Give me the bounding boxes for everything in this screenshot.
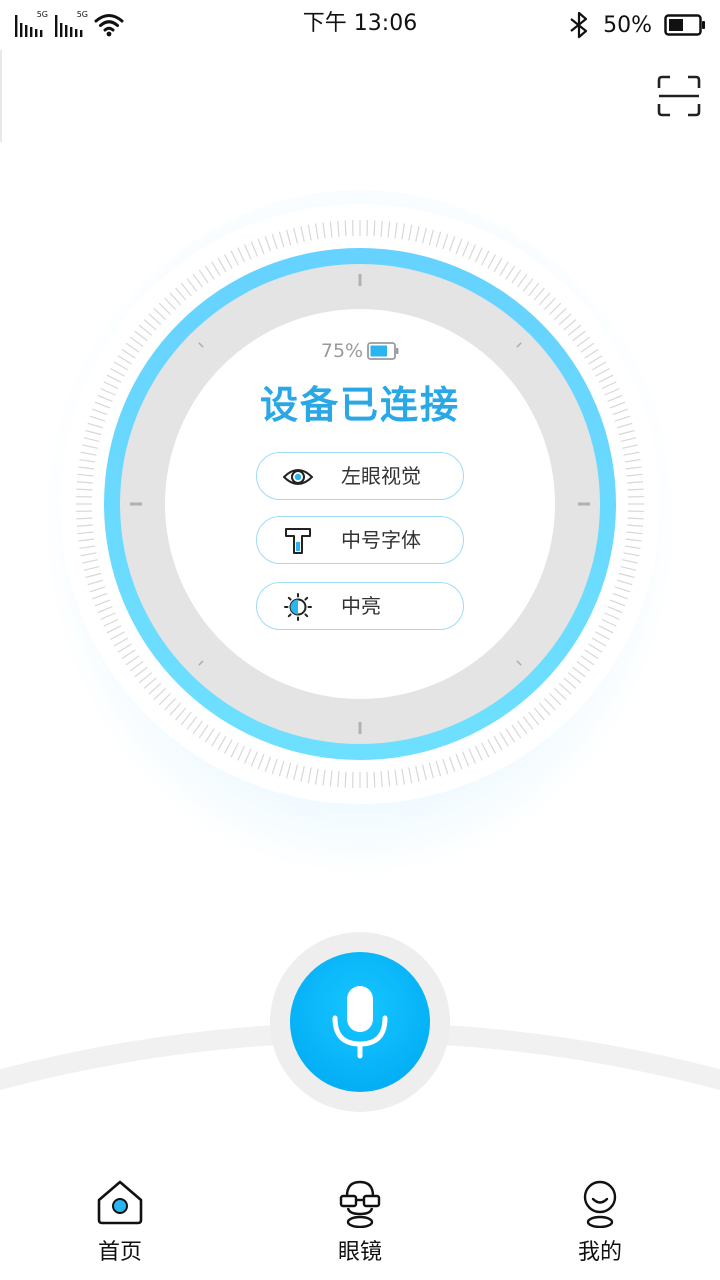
tab-home[interactable]: 首页 [60, 1170, 180, 1270]
tab-glasses[interactable]: 眼镜 [300, 1170, 420, 1270]
dial-tick [627, 488, 644, 491]
tab-profile[interactable]: 我的 [540, 1170, 660, 1270]
dial-tick [344, 771, 347, 788]
font-size-label: 中号字体 [341, 528, 421, 552]
bluetooth-icon [570, 11, 588, 39]
home-icon [97, 1180, 143, 1225]
font-size-icon [285, 528, 311, 554]
vision-mode-label: 左眼视觉 [341, 464, 421, 488]
dial-tick [627, 517, 644, 520]
eye-icon [283, 469, 313, 485]
dial-tick [76, 488, 93, 491]
tab-bar: 首页 眼镜 我的 [0, 1170, 720, 1280]
status-bar: 5G 5G 下午 13:06 50% [0, 0, 720, 50]
scan-icon[interactable] [656, 74, 702, 118]
vision-mode-button[interactable]: 左眼视觉 [256, 452, 464, 500]
connection-status-title: 设备已连接 [259, 383, 460, 427]
dial-tick [76, 517, 93, 520]
font-size-button[interactable]: 中号字体 [256, 516, 464, 564]
voice-input-button[interactable] [290, 952, 430, 1092]
brightness-label: 中亮 [341, 594, 381, 618]
dial-tick [373, 220, 376, 237]
tab-profile-label: 我的 [577, 1240, 622, 1265]
dial-content: 75% 设备已连接 左眼视觉 中号字体 中亮 [160, 330, 560, 650]
brightness-icon [284, 593, 312, 621]
device-battery: 75% [160, 340, 560, 362]
microphone-icon [332, 986, 388, 1059]
dial-tick [373, 771, 376, 788]
tab-home-label: 首页 [97, 1240, 142, 1265]
profile-icon [583, 1180, 617, 1228]
battery-icon [664, 14, 705, 36]
battery-percent: 50% [603, 12, 652, 38]
edge-divider [0, 50, 2, 142]
dial-tick [344, 220, 347, 237]
device-battery-icon [367, 342, 399, 360]
device-battery-percent: 75% [320, 340, 364, 362]
status-right: 50% [567, 10, 706, 40]
tab-glasses-label: 眼镜 [337, 1240, 382, 1265]
brightness-button[interactable]: 中亮 [256, 582, 464, 630]
glasses-icon [339, 1180, 381, 1228]
